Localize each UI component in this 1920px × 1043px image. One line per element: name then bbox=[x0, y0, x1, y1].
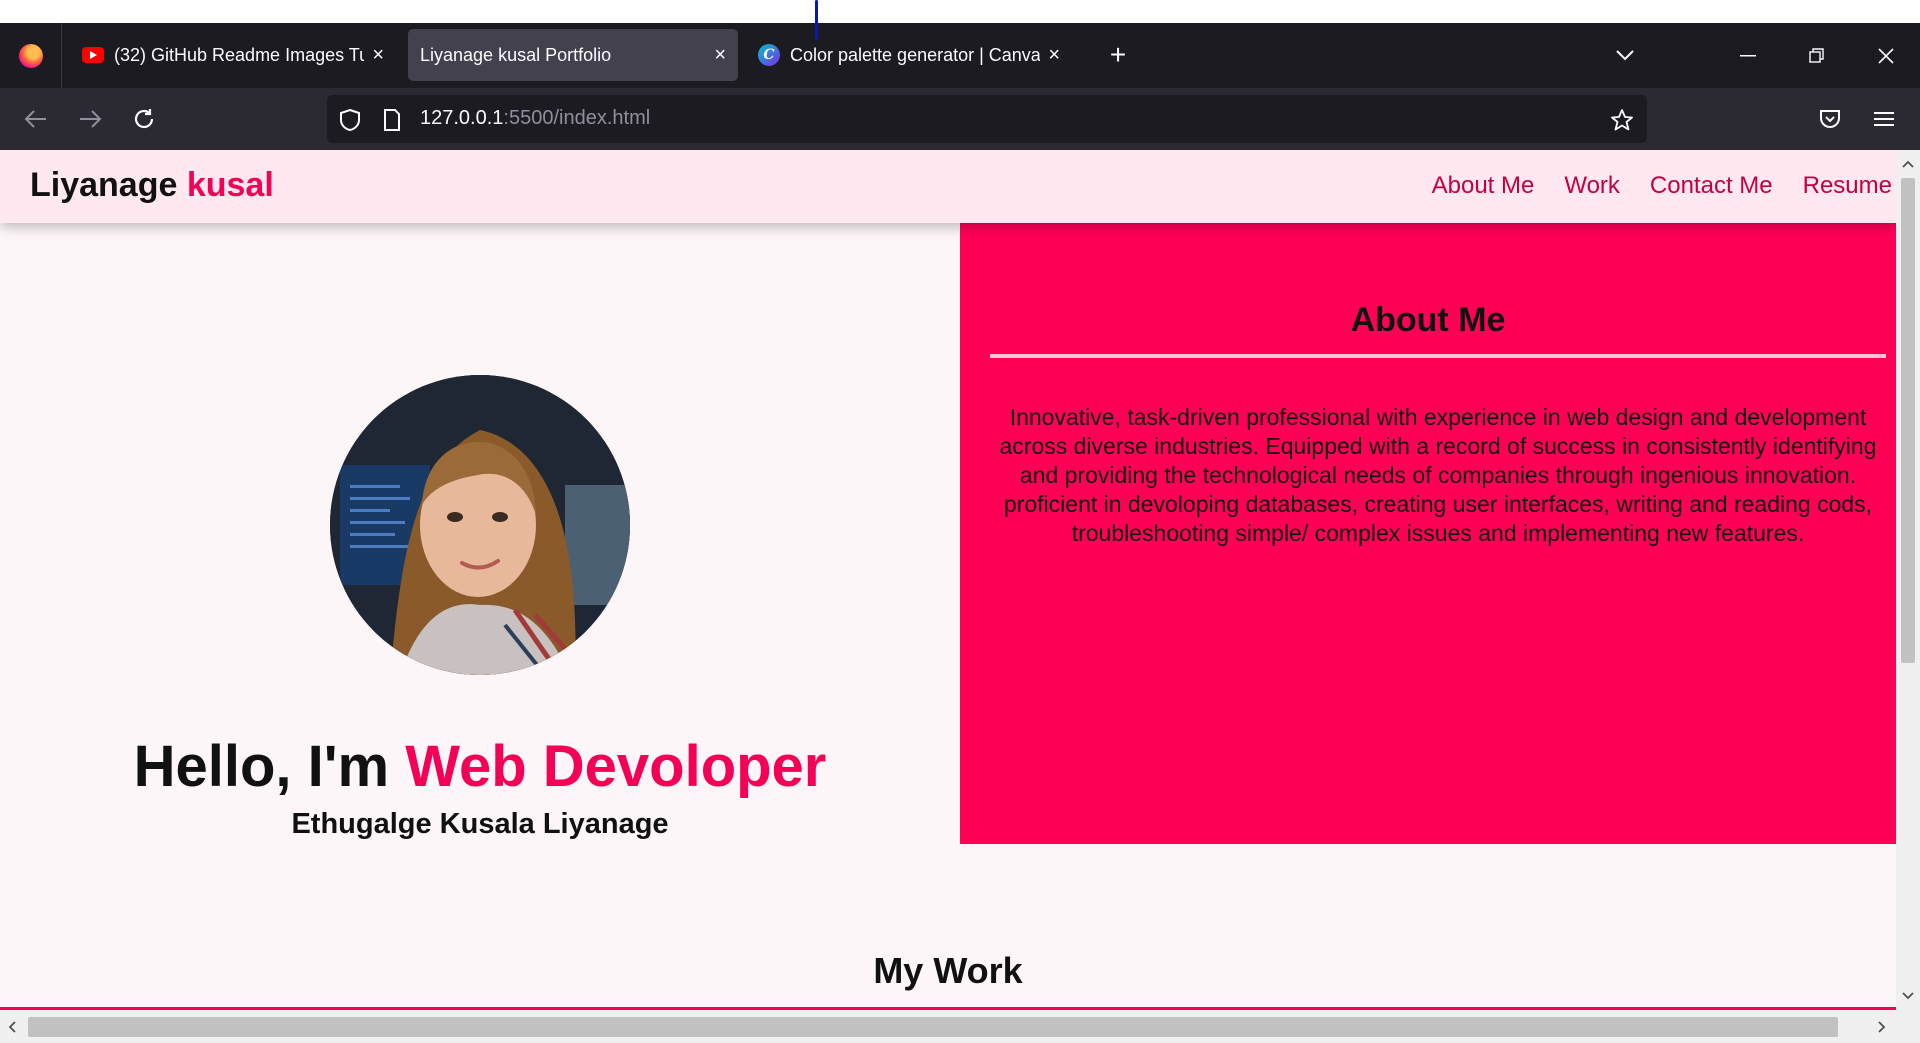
back-button[interactable] bbox=[18, 101, 54, 137]
hamburger-menu-icon bbox=[1874, 112, 1894, 126]
page-viewport: Liyanage kusal About Me Work Contact Me … bbox=[0, 150, 1896, 1010]
nav-link-work[interactable]: Work bbox=[1564, 172, 1620, 200]
list-all-tabs-button[interactable] bbox=[1605, 35, 1645, 75]
work-title: My Work bbox=[873, 950, 1023, 991]
nav-link-resume[interactable]: Resume bbox=[1803, 172, 1892, 200]
window-top-strip bbox=[0, 0, 1920, 23]
arrow-left-icon bbox=[24, 110, 46, 128]
navigation-toolbar: 127.0.0.1:5500/index.html bbox=[0, 88, 1920, 150]
about-title: About Me bbox=[1350, 301, 1506, 339]
firefox-icon bbox=[18, 43, 43, 68]
vertical-scroll-thumb[interactable] bbox=[1901, 178, 1915, 663]
shield-icon[interactable] bbox=[337, 107, 363, 133]
pocket-icon bbox=[1820, 110, 1840, 128]
brand-accent: kusal bbox=[186, 166, 274, 204]
tab-bar: (32) GitHub Readme Images Tut × Liyanage… bbox=[0, 23, 1920, 88]
horizontal-scroll-thumb[interactable] bbox=[28, 1017, 1838, 1037]
chevron-down-icon bbox=[1616, 50, 1634, 61]
close-icon[interactable]: × bbox=[372, 44, 384, 67]
restore-icon bbox=[1809, 47, 1824, 63]
scroll-down-icon[interactable] bbox=[1896, 984, 1920, 1008]
brand-first: Liyanage bbox=[30, 166, 178, 204]
horizontal-scrollbar[interactable] bbox=[0, 1010, 1920, 1043]
nav-link-about[interactable]: About Me bbox=[1432, 172, 1535, 200]
hero-full-name: Ethugalge Kusala Liyanage bbox=[291, 808, 669, 840]
hero-prefix: Hello, I'm bbox=[133, 734, 406, 799]
app-menu-button[interactable] bbox=[1866, 101, 1902, 137]
forward-button[interactable] bbox=[72, 101, 108, 137]
scroll-up-icon[interactable] bbox=[1896, 152, 1920, 176]
tab-label: Liyanage kusal Portfolio bbox=[420, 44, 612, 65]
site-nav: About Me Work Contact Me Resume bbox=[1432, 172, 1892, 200]
url-path: :5500/index.html bbox=[503, 107, 651, 129]
vertical-scrollbar[interactable] bbox=[1896, 150, 1920, 1010]
about-text: Innovative, task-driven professional wit… bbox=[999, 404, 1877, 546]
reload-button[interactable] bbox=[126, 101, 162, 137]
tab-canva[interactable]: C Color palette generator | Canva × bbox=[746, 29, 1072, 81]
tab-portfolio[interactable]: Liyanage kusal Portfolio × bbox=[408, 29, 738, 81]
tab-label: (32) GitHub Readme Images Tut bbox=[114, 44, 365, 65]
page-icon bbox=[379, 107, 405, 133]
close-icon bbox=[1878, 47, 1894, 64]
nav-link-contact[interactable]: Contact Me bbox=[1650, 172, 1773, 200]
url-bar[interactable]: 127.0.0.1:5500/index.html bbox=[327, 95, 1647, 143]
about-divider bbox=[990, 354, 1886, 358]
bookmark-star-icon[interactable] bbox=[1609, 107, 1635, 133]
arrow-right-icon bbox=[80, 110, 102, 128]
canva-icon: C bbox=[758, 44, 780, 66]
hero-heading: Hello, I'm Web Devoloper bbox=[0, 733, 960, 800]
scroll-right-icon[interactable] bbox=[1870, 1015, 1894, 1039]
new-tab-button[interactable]: + bbox=[1098, 35, 1138, 75]
pocket-button[interactable] bbox=[1812, 101, 1848, 137]
close-icon[interactable]: × bbox=[714, 44, 726, 67]
minimize-icon bbox=[1740, 54, 1756, 56]
tab-github-readme[interactable]: (32) GitHub Readme Images Tut × bbox=[70, 29, 396, 81]
firefox-menu-button[interactable] bbox=[0, 23, 62, 88]
close-icon[interactable]: × bbox=[1048, 44, 1060, 67]
youtube-icon bbox=[82, 47, 104, 63]
site-header: Liyanage kusal About Me Work Contact Me … bbox=[0, 150, 1896, 223]
scroll-left-icon[interactable] bbox=[0, 1015, 24, 1039]
url-host: 127.0.0.1 bbox=[420, 107, 504, 129]
reload-icon bbox=[134, 109, 154, 129]
url-text[interactable]: 127.0.0.1:5500/index.html bbox=[420, 107, 650, 130]
hero-accent: Web Devoloper bbox=[405, 734, 827, 799]
minimize-button[interactable] bbox=[1714, 23, 1782, 88]
close-window-button[interactable] bbox=[1852, 23, 1920, 88]
tab-label: Color palette generator | Canva bbox=[790, 44, 1041, 65]
mouse-cursor bbox=[815, 0, 818, 40]
about-section: About Me Innovative, task-driven profess… bbox=[960, 223, 1896, 844]
site-logo[interactable]: Liyanage kusal bbox=[30, 166, 274, 205]
profile-photo bbox=[330, 375, 630, 675]
restore-button[interactable] bbox=[1783, 23, 1851, 88]
